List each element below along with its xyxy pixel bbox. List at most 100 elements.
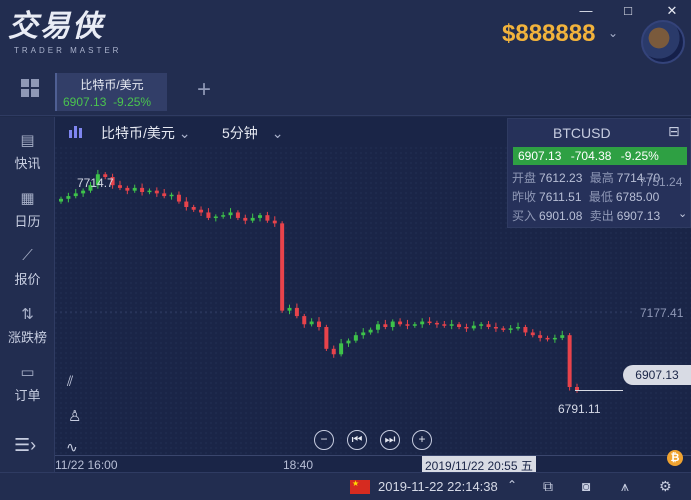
tab-btcusd[interactable]: 比特币/美元 6907.13 -9.25% bbox=[55, 73, 167, 111]
sidebar: ▤ 快讯 ▦ 日历 ⟋ 报价 ⇅ 涨跌榜 ▭ 订单 ☰› bbox=[0, 117, 55, 500]
candle-body bbox=[552, 337, 557, 340]
candle-body bbox=[420, 321, 425, 325]
sidebar-item-quote[interactable]: ⟋ 报价 bbox=[0, 247, 55, 288]
account-balance[interactable]: $888888 bbox=[502, 20, 595, 48]
candle-body bbox=[199, 209, 204, 213]
quote-key: 最高 bbox=[589, 171, 614, 185]
add-tab-icon[interactable]: + bbox=[197, 76, 211, 104]
chevron-down-icon[interactable]: ⌄ bbox=[608, 26, 618, 40]
symbol-dropdown[interactable]: 比特币/美元 ⌄ bbox=[101, 123, 191, 143]
gear-icon[interactable]: ⚙ bbox=[659, 478, 672, 495]
sidebar-item-order[interactable]: ▭ 订单 bbox=[0, 363, 55, 404]
candle-body bbox=[567, 335, 572, 387]
candle-body bbox=[383, 324, 388, 327]
avatar[interactable] bbox=[641, 20, 685, 64]
zoom-out-button[interactable]: − bbox=[314, 430, 334, 450]
export-icon[interactable]: ⊟ bbox=[668, 123, 680, 140]
calendar-icon: ▦ bbox=[20, 190, 35, 207]
candle-body bbox=[339, 343, 344, 355]
candle-body bbox=[294, 307, 299, 317]
candle-body bbox=[317, 321, 321, 327]
candle-body bbox=[162, 193, 167, 197]
candle-body bbox=[538, 335, 543, 338]
candle-body bbox=[361, 332, 366, 336]
close-icon[interactable]: ✕ bbox=[664, 3, 680, 19]
quote-key: 昨收 bbox=[512, 190, 537, 204]
zoom-in-button[interactable]: + bbox=[412, 430, 432, 450]
candle-body bbox=[221, 215, 226, 217]
quote-key: 卖出 bbox=[589, 209, 614, 223]
quote-value: 6901.08 bbox=[539, 209, 583, 223]
candle-body bbox=[272, 220, 277, 224]
grid-layout-icon[interactable] bbox=[21, 79, 39, 97]
sidebar-item-label: 日历 bbox=[14, 214, 41, 229]
candle-body bbox=[412, 324, 417, 326]
candle-body bbox=[258, 215, 263, 218]
y-axis-label: 7751.24 bbox=[639, 175, 683, 189]
period-dropdown[interactable]: 5分钟 ⌄ bbox=[222, 123, 283, 143]
drawing-tool-icon[interactable]: ♙ bbox=[68, 407, 81, 425]
quote-price-bar: 6907.13 -704.38 -9.25% bbox=[513, 147, 687, 165]
windows-icon[interactable]: ⧉ bbox=[543, 478, 553, 495]
quote-key: 买入 bbox=[512, 209, 537, 223]
scroll-start-button[interactable]: ⏮ bbox=[347, 430, 367, 450]
candle-body bbox=[545, 337, 550, 340]
time-axis-label: 18:40 bbox=[283, 458, 314, 472]
candle-body bbox=[523, 327, 528, 333]
candle-body bbox=[140, 187, 145, 192]
quote-value: 6907.13 bbox=[616, 209, 661, 223]
candle-body bbox=[213, 216, 218, 219]
bitcoin-icon[interactable]: ₿ bbox=[667, 450, 683, 466]
menu-icon[interactable]: ☰› bbox=[14, 435, 36, 456]
time-axis: 11/22 16:00 18:40 2019/11/22 20:55 五 bbox=[55, 455, 691, 473]
news-icon: ▤ bbox=[20, 132, 35, 149]
quote-symbol: BTCUSD bbox=[553, 125, 611, 141]
quote-panel: BTCUSD ⊟ 6907.13 -704.38 -9.25% 开盘 7612.2… bbox=[507, 118, 691, 228]
candle-body bbox=[176, 194, 181, 202]
cursor-time-label: 2019/11/22 20:55 五 bbox=[422, 456, 536, 473]
quote-icon: ⟋ bbox=[22, 247, 33, 264]
status-bar: ★ 2019-11-22 22:14:38 ⌃ ⧉ ◙ ⩚ ⚙ bbox=[0, 472, 691, 500]
candle-body bbox=[59, 198, 63, 202]
scroll-end-button[interactable]: ⏭ bbox=[380, 430, 400, 450]
signal-icon[interactable]: ⩚ bbox=[621, 478, 629, 495]
sidebar-item-ranking[interactable]: ⇅ 涨跌榜 bbox=[0, 305, 55, 346]
candle-body bbox=[265, 215, 270, 221]
sidebar-item-label: 订单 bbox=[14, 388, 41, 403]
high-annotation: 7714.7 bbox=[77, 176, 114, 190]
candle-body bbox=[405, 324, 410, 326]
current-price-tag: 6907.13 bbox=[623, 365, 691, 385]
sidebar-item-label: 涨跌榜 bbox=[7, 330, 47, 345]
quote-change-pct: -9.25% bbox=[620, 149, 659, 163]
tab-change: -9.25% bbox=[113, 95, 152, 109]
sidebar-item-calendar[interactable]: ▦ 日历 bbox=[0, 189, 55, 230]
candle-body bbox=[501, 328, 506, 330]
maximize-icon[interactable]: □ bbox=[620, 3, 636, 18]
candle-body bbox=[169, 194, 174, 197]
quote-value: 7612.23 bbox=[539, 171, 583, 185]
candle-body bbox=[486, 324, 491, 327]
candle-body bbox=[66, 196, 71, 199]
sidebar-item-news[interactable]: ▤ 快讯 bbox=[0, 131, 55, 172]
candle-body bbox=[235, 212, 240, 218]
bar-chart-icon[interactable] bbox=[68, 124, 86, 138]
candle-body bbox=[331, 348, 336, 355]
time-axis-label: 11/22 16:00 bbox=[55, 458, 118, 472]
candle-body bbox=[346, 340, 351, 344]
candle-body bbox=[434, 322, 439, 325]
logo-title: 交易侠 bbox=[8, 10, 104, 43]
chevron-up-icon[interactable]: ⌃ bbox=[507, 478, 517, 492]
camera-icon[interactable]: ◙ bbox=[582, 478, 590, 494]
minimize-icon[interactable]: — bbox=[578, 3, 594, 18]
candle-body bbox=[287, 307, 292, 311]
candle-body bbox=[147, 190, 152, 193]
wave-icon[interactable]: ∿ bbox=[66, 439, 78, 456]
symbol-label: 比特币/美元 bbox=[101, 125, 175, 141]
chevron-down-icon[interactable]: ⌄ bbox=[678, 207, 687, 220]
indicator-icon[interactable]: ⫽ bbox=[67, 373, 73, 390]
ranking-icon: ⇅ bbox=[21, 306, 34, 323]
candle-body bbox=[449, 324, 454, 326]
quote-key: 最低 bbox=[588, 190, 613, 204]
quote-price: 6907.13 bbox=[518, 149, 562, 163]
sidebar-item-label: 报价 bbox=[14, 272, 41, 287]
